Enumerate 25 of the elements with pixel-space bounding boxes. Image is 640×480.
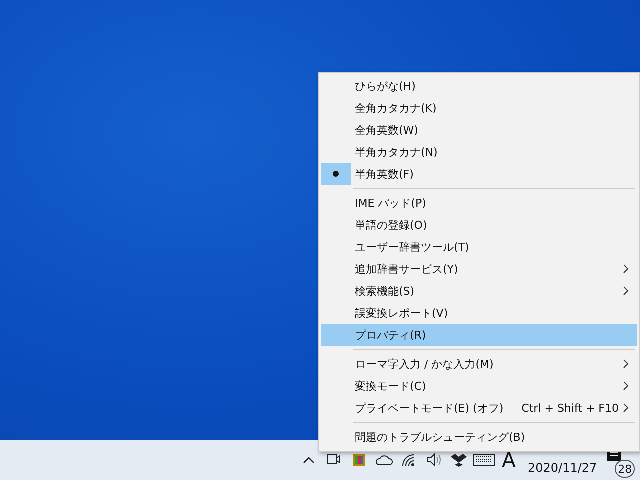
radio-dot-icon: [333, 171, 339, 177]
chevron-right-icon: [621, 359, 631, 369]
menu-item[interactable]: ひらがな(H): [321, 75, 637, 97]
menu-item[interactable]: プロパティ(R): [321, 324, 637, 346]
chevron-right-icon: [621, 403, 631, 413]
menu-item[interactable]: 半角英数(F): [321, 163, 637, 185]
menu-item[interactable]: 追加辞書サービス(Y): [321, 258, 637, 280]
menu-item[interactable]: 誤変換レポート(V): [321, 302, 637, 324]
menu-item[interactable]: 検索機能(S): [321, 280, 637, 302]
menu-item[interactable]: 全角英数(W): [321, 119, 637, 141]
chevron-right-icon: [621, 264, 631, 274]
notification-count: 28: [615, 460, 636, 478]
menu-item[interactable]: 半角カタカナ(N): [321, 141, 637, 163]
date-text: 2020/11/27: [527, 460, 598, 475]
menu-item[interactable]: IME パッド(P): [321, 192, 637, 214]
menu-item[interactable]: 全角カタカナ(K): [321, 97, 637, 119]
menu-item[interactable]: 問題のトラブルシューティング(B): [321, 426, 637, 448]
menu-item[interactable]: 変換モード(C): [321, 375, 637, 397]
menu-item[interactable]: プライベートモード(E) (オフ) Ctrl + Shift + F10: [321, 397, 637, 419]
chevron-right-icon: [621, 381, 631, 391]
shortcut-text: Ctrl + Shift + F10: [522, 402, 619, 414]
menu-item[interactable]: ローマ字入力 / かな入力(M): [321, 353, 637, 375]
menu-item[interactable]: 単語の登録(O): [321, 214, 637, 236]
chevron-right-icon: [621, 286, 631, 296]
menu-item[interactable]: ユーザー辞書ツール(T): [321, 236, 637, 258]
